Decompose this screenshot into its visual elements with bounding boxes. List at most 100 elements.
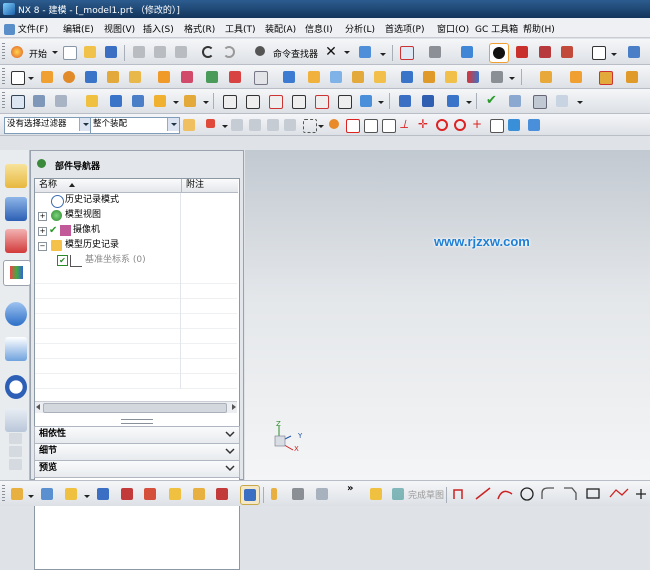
rectangle-icon[interactable]: [586, 488, 600, 499]
menu-analysis[interactable]: 分析(L): [345, 22, 375, 35]
chevron-down-icon[interactable]: [224, 429, 236, 440]
line-icon[interactable]: [475, 487, 491, 500]
snap-control-point-button[interactable]: ⟂: [397, 116, 415, 134]
toolbar-grip[interactable]: [2, 43, 5, 61]
ruled-button[interactable]: [129, 92, 147, 110]
menu-help[interactable]: 帮助(H): [523, 22, 555, 35]
chevron-down-icon[interactable]: [224, 446, 236, 457]
explode-button[interactable]: [141, 485, 159, 503]
check-geometry-button[interactable]: ✔: [483, 92, 501, 110]
intersect-curve-dropdown-icon[interactable]: [378, 101, 384, 104]
collapse-toggle[interactable]: −: [38, 242, 47, 251]
shaded-view-button[interactable]: [458, 43, 476, 61]
swept-dropdown-icon[interactable]: [173, 101, 179, 104]
dependencies-section[interactable]: 相依性: [34, 426, 240, 444]
wcs-button[interactable]: [536, 43, 554, 61]
tree-row-cameras[interactable]: + ✔ 摄像机: [35, 223, 237, 238]
tree-row-model-views[interactable]: + 模型视图: [35, 208, 237, 223]
measure-button[interactable]: [83, 92, 101, 110]
clearance-button[interactable]: [240, 485, 260, 505]
intersect-button[interactable]: [349, 68, 367, 86]
offset-curve-button[interactable]: [289, 92, 307, 110]
show-hide-dropdown-icon[interactable]: [380, 53, 386, 56]
analysis-button[interactable]: [444, 92, 462, 110]
deselect-button[interactable]: [228, 116, 246, 134]
cut-button[interactable]: [130, 43, 148, 61]
toolbar-overflow-icon[interactable]: »: [347, 483, 353, 494]
menu-preferences[interactable]: 首选项(P): [385, 22, 424, 35]
variable-sweep-button[interactable]: [181, 92, 199, 110]
revolve-button[interactable]: [60, 68, 78, 86]
type-filter-dropdown[interactable]: 没有选择过滤器: [4, 117, 92, 134]
sketch-dropdown-icon[interactable]: [28, 77, 34, 80]
block-button[interactable]: [82, 68, 100, 86]
menu-assemblies[interactable]: 装配(A): [265, 22, 296, 35]
cone-button[interactable]: [126, 68, 144, 86]
select-body-button[interactable]: [281, 116, 299, 134]
draft-button[interactable]: [464, 68, 482, 86]
datum-point-button[interactable]: [226, 68, 244, 86]
sequence-button[interactable]: [190, 485, 208, 503]
trim-body-button[interactable]: [371, 68, 389, 86]
web-browser-tab[interactable]: [5, 337, 27, 361]
menu-file[interactable]: 文件(F): [4, 22, 48, 35]
render-style-button[interactable]: [426, 43, 444, 61]
nx-app-icon[interactable]: [3, 3, 15, 15]
graphics-window[interactable]: Z Y X: [245, 150, 650, 480]
select-chain-button[interactable]: [246, 116, 264, 134]
menu-window[interactable]: 窗口(O): [437, 22, 469, 35]
wcs-orient-dropdown-icon[interactable]: [577, 101, 583, 104]
toolbar-grip[interactable]: [2, 485, 5, 503]
fillet-icon[interactable]: [541, 487, 554, 499]
column-header-note[interactable]: 附注: [181, 179, 238, 193]
sketch-button[interactable]: [8, 68, 26, 86]
snap-on-surface-button[interactable]: [505, 116, 523, 134]
scroll-up-button[interactable]: [9, 433, 22, 444]
layers-button[interactable]: [30, 92, 48, 110]
menu-tools[interactable]: 工具(T): [225, 22, 256, 35]
arrangement-button[interactable]: [213, 485, 231, 503]
offset-region-button[interactable]: [567, 68, 585, 86]
pin-icon[interactable]: [37, 159, 46, 168]
menu-format[interactable]: 格式(R): [184, 22, 215, 35]
bridge-curve-button[interactable]: [335, 92, 353, 110]
subtract-button[interactable]: [327, 68, 345, 86]
attach-button[interactable]: [268, 485, 286, 503]
snap-endpoint-button[interactable]: [343, 116, 361, 134]
background-button[interactable]: [589, 43, 607, 61]
scroll-down-button[interactable]: [9, 459, 22, 470]
spline-button[interactable]: [266, 92, 284, 110]
snap-quadrant-button[interactable]: [451, 116, 469, 134]
snap-on-curve-button[interactable]: [487, 116, 505, 134]
spreadsheet-button[interactable]: [530, 92, 548, 110]
thread-button[interactable]: [280, 68, 298, 86]
filter-settings-button[interactable]: [180, 116, 198, 134]
chevron-down-icon[interactable]: [167, 118, 179, 131]
start-dropdown-icon[interactable]: [52, 51, 58, 54]
reuse-library-tab[interactable]: [3, 260, 31, 286]
arc-curve-button[interactable]: [243, 92, 261, 110]
snap-arc-center-button[interactable]: [433, 116, 451, 134]
menu-insert[interactable]: 插入(S): [143, 22, 174, 35]
scroll-list-button[interactable]: [9, 446, 22, 457]
redo-button[interactable]: [220, 43, 238, 61]
rectangle-select-dropdown-icon[interactable]: [318, 125, 324, 128]
fit-view-button[interactable]: [397, 43, 415, 61]
paste-button[interactable]: [172, 43, 190, 61]
tree-row-model-history[interactable]: − 模型历史记录: [35, 238, 237, 253]
profile-icon[interactable]: [453, 489, 463, 499]
hd3d-tools-tab[interactable]: [5, 302, 27, 326]
edge-blend-button[interactable]: [398, 68, 416, 86]
history-tab[interactable]: [5, 375, 27, 399]
snap-midpoint-button[interactable]: [361, 116, 379, 134]
assembly-nav-button[interactable]: [8, 92, 26, 110]
groove-button[interactable]: [251, 68, 269, 86]
view-orientation-button[interactable]: [489, 43, 509, 63]
scrollbar-thumb[interactable]: [43, 403, 227, 413]
delete-face-button[interactable]: [623, 68, 641, 86]
mirror-dropdown-icon[interactable]: [84, 495, 90, 498]
constraint-navigator-tab[interactable]: [5, 197, 27, 221]
background-dropdown-icon[interactable]: [611, 53, 617, 56]
layer-button[interactable]: [625, 43, 643, 61]
new-component-button[interactable]: [38, 485, 56, 503]
